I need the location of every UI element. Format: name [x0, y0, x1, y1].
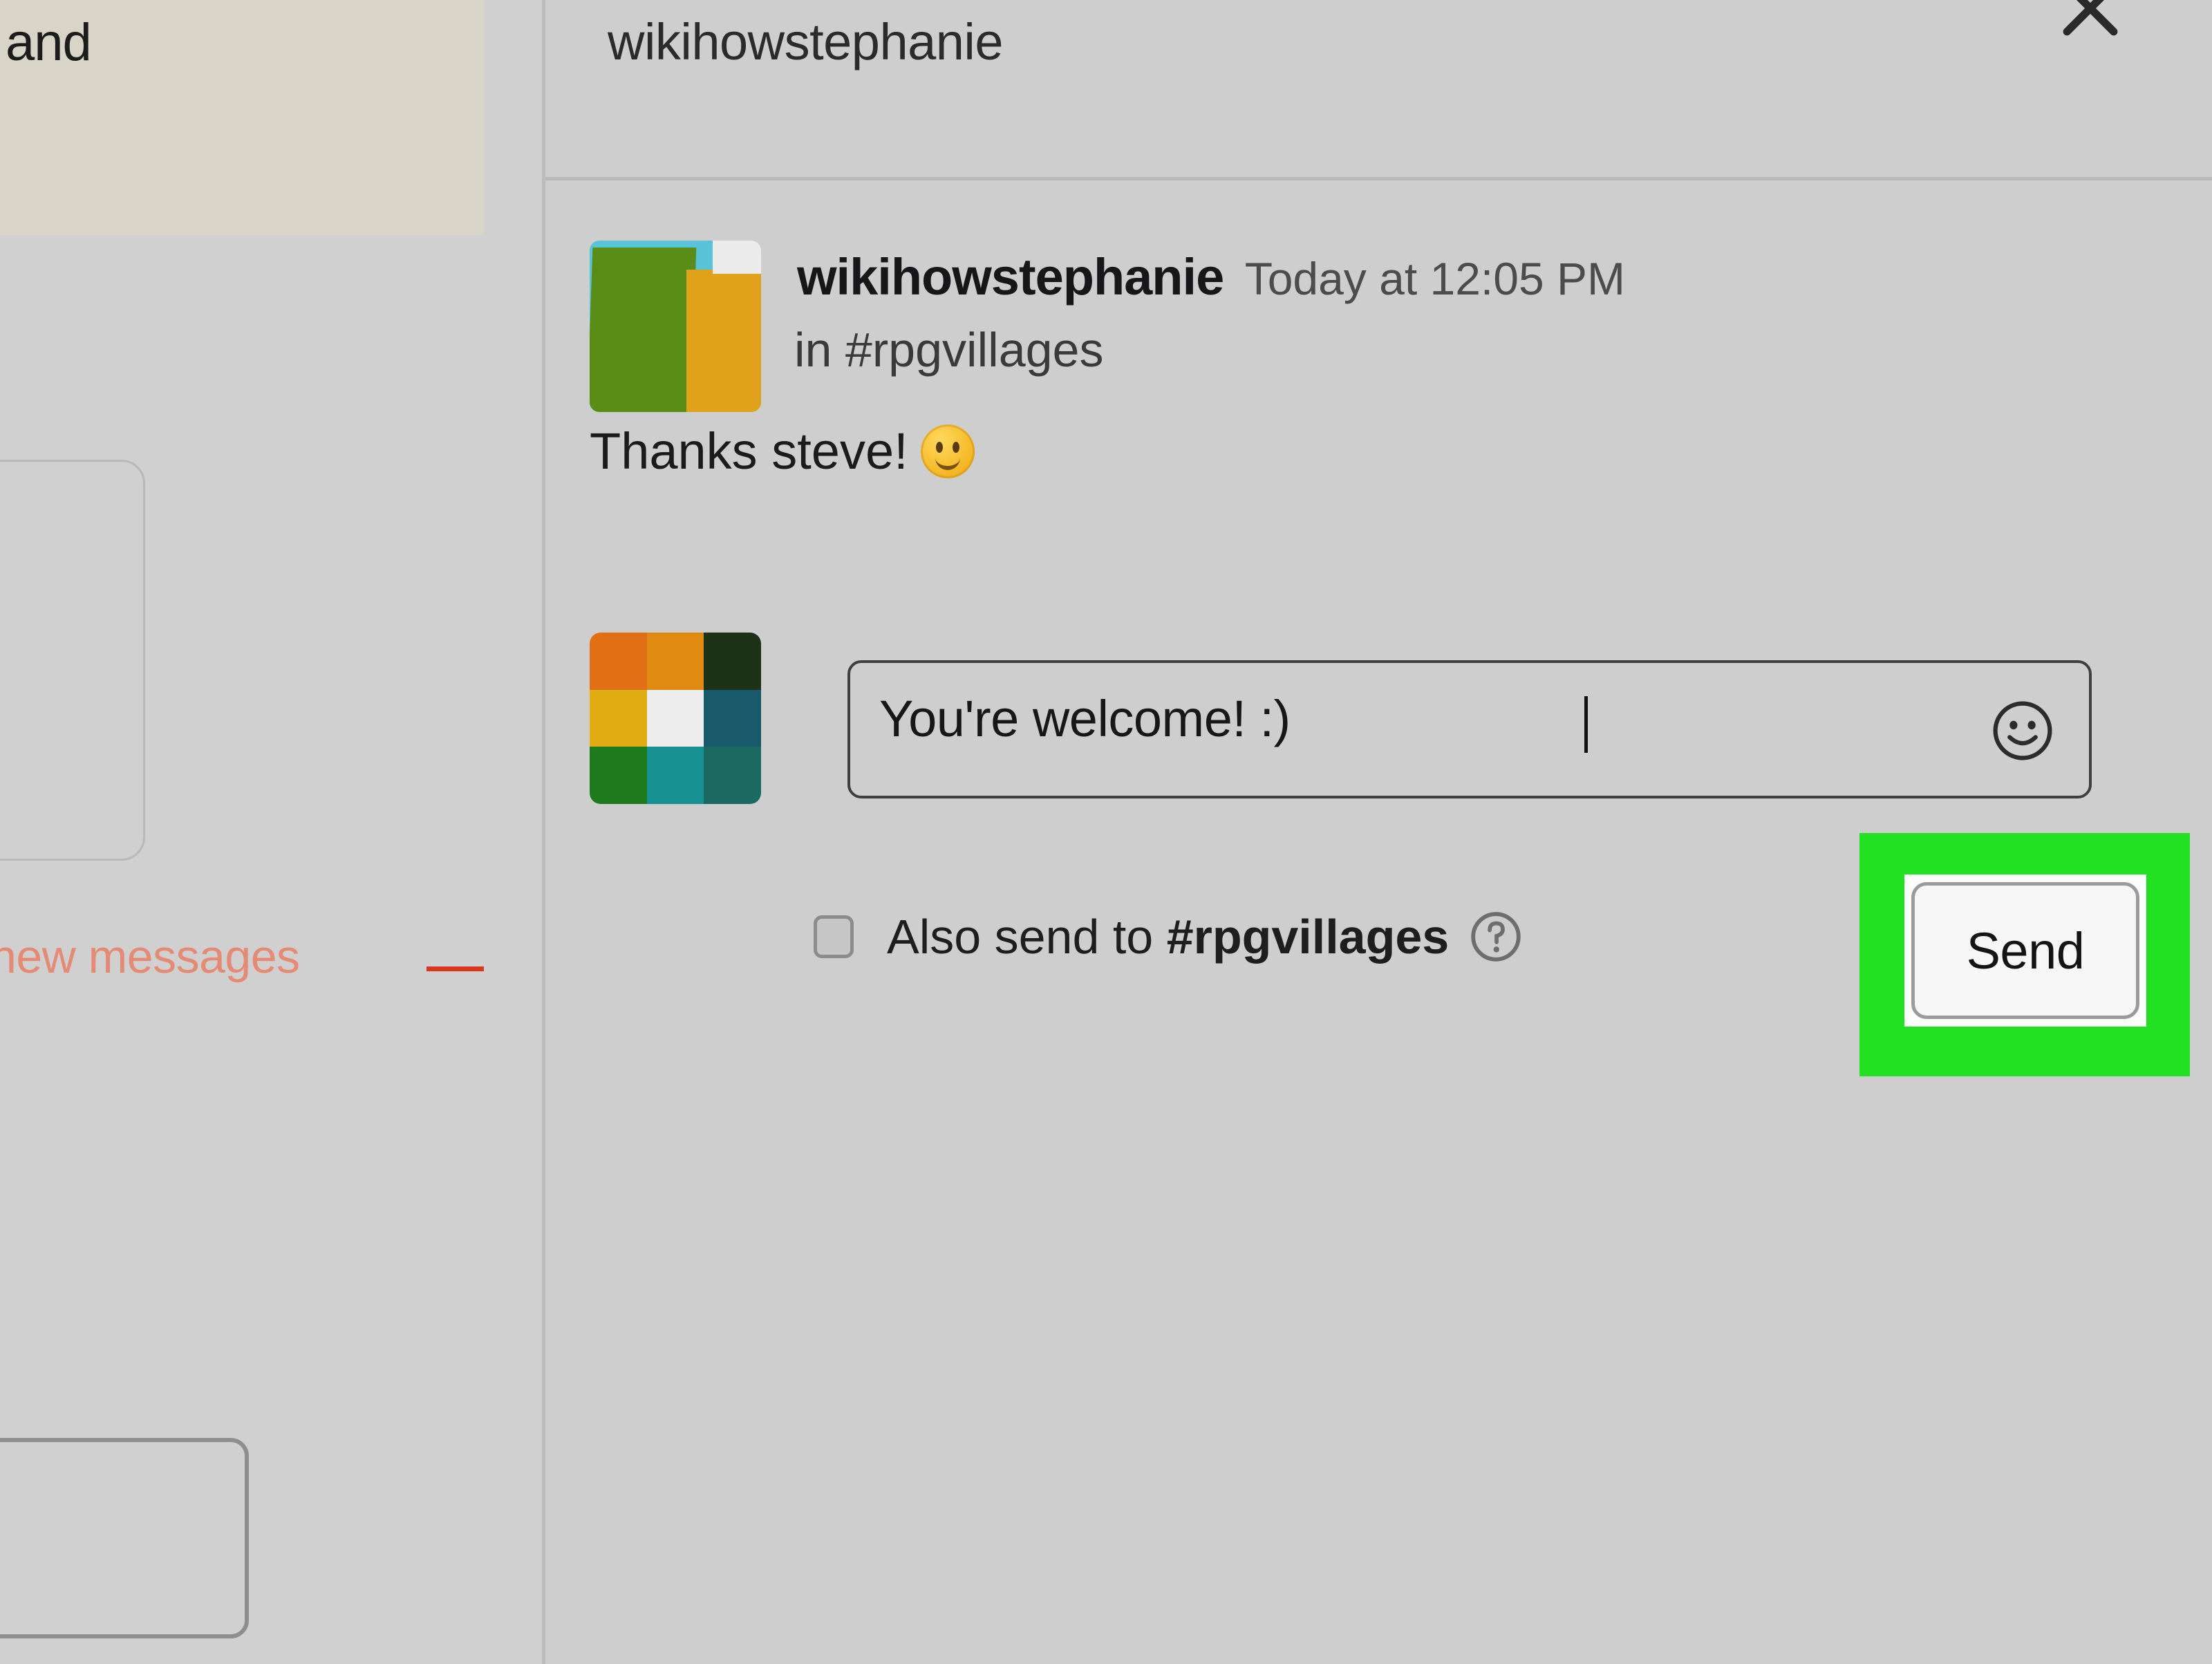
also-send-label: Also send to #rpgvillages [887, 909, 1449, 964]
avatar[interactable] [590, 633, 761, 804]
reply-input-value: You're welcome! :) [879, 690, 1291, 747]
thread-header-title: wikihowstephanie [608, 13, 1004, 71]
message-author[interactable]: wikihowstephanie [797, 248, 1224, 306]
left-message-box[interactable] [0, 1438, 249, 1638]
message-channel-line[interactable]: in #rpgvillages [794, 322, 1103, 377]
slightly-smiling-face-emoji [920, 424, 975, 478]
also-send-channel: #rpgvillages [1166, 910, 1450, 964]
message-headline: wikihowstephanie Today at 12:05 PM [797, 247, 1625, 306]
avatar[interactable] [590, 241, 761, 412]
left-channel-pane: and new messages [0, 0, 487, 1664]
new-messages-divider-line [427, 966, 487, 971]
app-window: and new messages wikihowstephanie wikiho… [0, 0, 2212, 1664]
thread-pane: wikihowstephanie wikihowstephanie Today … [545, 0, 2212, 1664]
text-caret [1584, 696, 1588, 753]
reply-input[interactable]: You're welcome! :) [847, 660, 2092, 798]
thread-header: wikihowstephanie [545, 0, 2212, 180]
message-timestamp: Today at 12:05 PM [1244, 253, 1626, 304]
message-body-text: Thanks steve! [590, 422, 908, 480]
left-rounded-panel [0, 460, 145, 861]
left-pane-text-fragment: and [6, 13, 92, 72]
question-circle-icon[interactable] [1467, 908, 1525, 966]
also-send-checkbox[interactable] [814, 915, 854, 958]
thread-header-divider [545, 177, 2212, 180]
send-button[interactable]: Send [1911, 882, 2139, 1019]
channel-scrollbar-track[interactable] [484, 0, 1006, 1664]
message-body: Thanks steve! [590, 422, 975, 480]
also-send-prefix: Also send to [887, 910, 1167, 964]
new-messages-divider-label: new messages [0, 931, 300, 983]
close-x-icon[interactable] [2049, 0, 2132, 50]
emoji-smiley-icon[interactable] [1988, 696, 2057, 765]
